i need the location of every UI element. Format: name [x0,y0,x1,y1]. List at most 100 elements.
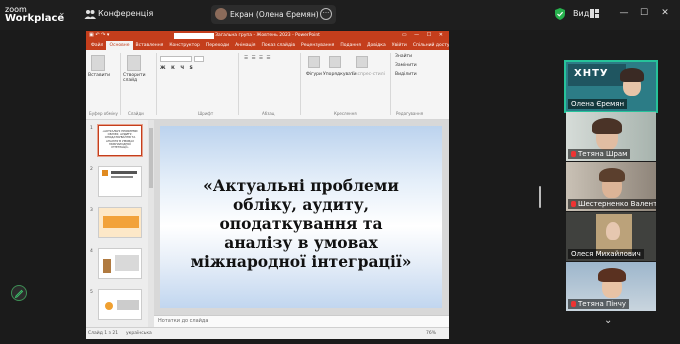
chevron-down-icon[interactable]: ⌄ [58,8,70,20]
current-slide[interactable]: «Актуальні проблеми обліку, аудиту, опод… [160,126,442,308]
find-button[interactable]: Знайти [395,54,412,59]
quick-styles-icon[interactable] [356,56,368,68]
slide-number: 3 [90,208,93,213]
ppt-window-title: Загальна група - Жовтень 2023 - PowerPoi… [215,33,320,38]
ppt-status-bar: Слайд 1 з 21 українська 76% [86,327,449,339]
tab-animations[interactable]: Анімація [232,41,258,50]
font-name-dropdown[interactable] [160,56,192,62]
participant-name: Олена Єремян [568,99,628,109]
tab-slideshow[interactable]: Показ слайдів [259,41,298,50]
quick-styles-button[interactable]: Експрес-стилі [352,72,385,77]
tab-signin[interactable]: Увійти [389,41,410,50]
chevron-down-icon[interactable]: ⌄ [604,315,612,326]
shared-powerpoint-window: ▣ ↶ ↷ ▾ Загальна група - Жовтень 2023 - … [86,31,449,339]
tab-view[interactable]: Подання [337,41,364,50]
slide-counter: Слайд 1 з 21 [88,331,119,336]
slide-number: 2 [90,167,93,172]
ppt-window-controls[interactable]: ▭ — ☐ ✕ [402,32,446,38]
slide-thumbnail[interactable] [98,207,142,238]
ribbon-divider [300,53,301,115]
thumbnail-text: «АКТУАЛЬНІ ПРОБЛЕМИ ОБЛІКУ, АУДИТУ, ОПОД… [102,129,138,150]
grid-view-icon[interactable] [590,9,599,18]
paste-icon[interactable] [91,55,105,71]
tab-design[interactable]: Конструктор [166,41,202,50]
zoom-logo-product: Workplace [5,13,65,24]
new-slide-button[interactable]: Створити слайд [123,73,146,83]
tab-transitions[interactable]: Переходи [203,41,232,50]
tab-home[interactable]: Основне [106,41,133,50]
slide-thumbnail[interactable] [98,289,142,320]
slide-number: 5 [90,290,93,295]
hntu-banner: ХНТУ [568,64,626,86]
ppt-ribbon-tabs: Файл Основне Вставлення Конструктор Пере… [86,41,449,50]
new-slide-icon[interactable] [127,55,141,71]
maximize-icon[interactable]: ☐ [637,6,651,20]
ribbon-divider [390,53,391,115]
more-options-icon[interactable]: ··· [320,8,332,20]
panel-resize-handle[interactable] [539,186,541,208]
slide-number: 1 [90,126,93,131]
close-icon[interactable]: ✕ [658,6,672,20]
tab-review[interactable]: Рецензування [298,41,337,50]
participant-name: Тетяна Шрам [568,149,631,159]
paragraph-group-label: Абзац [262,111,275,116]
language-status[interactable]: українська [126,331,152,336]
paste-button[interactable]: Вставити [88,73,110,78]
participant-tile[interactable]: Тетяна Пінчу [566,262,656,311]
slide-title[interactable]: «Актуальні проблеми обліку, аудиту, опод… [190,176,412,271]
select-button[interactable]: Виділити [395,72,417,77]
conference-label[interactable]: Конференція [98,9,153,18]
ribbon-divider [238,53,239,115]
slide-editing-area: «Актуальні проблеми обліку, аудиту, опод… [154,120,449,315]
ppt-title-bar: ▣ ↶ ↷ ▾ Загальна група - Жовтень 2023 - … [86,31,449,41]
minimize-icon[interactable]: — [617,6,631,20]
shield-icon[interactable] [555,8,565,20]
zoom-logo: zoom Workplace [5,5,65,24]
conference-icon [84,10,96,19]
participant-tile[interactable]: Шестерненко Валентина [566,162,656,211]
font-group-label: Шрифт [198,111,214,116]
font-format-icons[interactable]: Ж К Ч S [160,66,195,71]
ppt-ribbon: Вставити Буфер обміну Створити слайд Сла… [86,50,449,120]
slide-thumbnail[interactable]: «АКТУАЛЬНІ ПРОБЛЕМИ ОБЛІКУ, АУДИТУ, ОПОД… [98,125,142,156]
tab-insert[interactable]: Вставлення [133,41,167,50]
replace-button[interactable]: Замінити [395,63,417,68]
microphone-muted-icon [571,201,576,207]
screen-share-indicator[interactable]: Екран (Олена Єремян) ··· [211,5,336,24]
hntu-logo-text: ХНТУ [574,68,609,79]
participant-tile[interactable]: Тетяна Шрам [566,112,656,161]
drawing-group-label: Креслення [334,111,357,116]
microphone-muted-icon [571,151,576,157]
participant-tile[interactable]: Олеся Михайлович [566,212,656,261]
editing-group-label: Редагування [396,111,424,116]
participant-name: Тетяна Пінчу [568,299,630,309]
annotate-pen-icon[interactable] [11,285,27,301]
font-size-dropdown[interactable] [194,56,204,62]
shapes-button[interactable]: Фігури [306,72,322,77]
tab-file[interactable]: Файл [88,41,106,50]
zoom-top-bar: zoom Workplace ⌄ Конференція Екран (Олен… [0,0,680,30]
arrange-icon[interactable] [329,56,341,68]
ribbon-divider [120,53,121,115]
slide-thumbnails-pane: 1 «АКТУАЛЬНІ ПРОБЛЕМИ ОБЛІКУ, АУДИТУ, ОП… [86,120,148,327]
slide-thumbnail[interactable] [98,248,142,279]
ribbon-divider [156,53,157,115]
participant-name: Олеся Михайлович [568,249,644,259]
view-button[interactable]: Вид [573,9,589,18]
slide-thumbnail[interactable] [98,166,142,197]
notes-pane[interactable]: Нотатки до слайда [154,315,449,327]
microphone-muted-icon [571,301,576,307]
tab-help[interactable]: Довідка [364,41,389,50]
slide-number: 4 [90,249,93,254]
share-label: Екран (Олена Єремян) [230,10,319,19]
clipboard-group-label: Буфер обміну [89,111,118,116]
paragraph-icons[interactable]: ☰ ☰ ☰ ☰ [244,56,271,61]
participant-tile[interactable]: ХНТУ Олена Єремян [564,60,658,113]
slides-group-label: Слайди [128,111,144,116]
participant-name: Шестерненко Валентина [568,199,656,209]
tab-share[interactable]: Спільний доступ [410,41,449,50]
zoom-level[interactable]: 76% [426,331,436,336]
notes-placeholder: Нотатки до слайда [158,318,209,324]
avatar [215,8,227,20]
shapes-icon[interactable] [308,56,320,68]
